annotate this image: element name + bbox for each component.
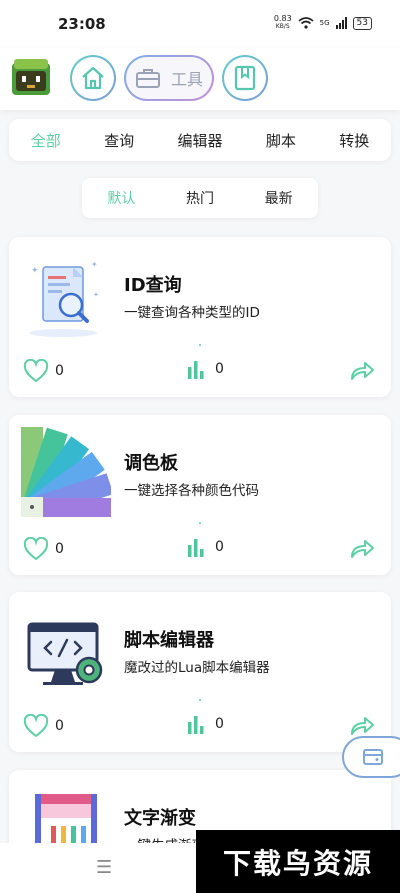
code-editor-icon [27, 622, 103, 685]
tools-label: 工具 [170, 70, 203, 89]
book-icon [234, 65, 256, 91]
card-title: 调色板 [124, 453, 178, 474]
view-count: 0 [215, 716, 224, 732]
tab-script[interactable]: 脚本 [266, 130, 296, 151]
share-icon[interactable] [349, 537, 375, 559]
like-count: 0 [55, 718, 64, 734]
sort-hot[interactable]: 热门 [186, 188, 214, 208]
tab-all[interactable]: 全部 [31, 130, 61, 151]
divider-dot [199, 344, 201, 346]
card-title: ID查询 [124, 275, 182, 296]
view-count: 0 [215, 539, 224, 555]
like-count: 0 [55, 363, 64, 379]
sort-default[interactable]: 默认 [107, 188, 135, 208]
status-time: 23:08 [58, 15, 106, 33]
card-wallet-icon [363, 749, 383, 765]
tool-card[interactable]: ✦ ✦ ✦ ID查询 一键查询各种类型的ID 0 0 [9, 237, 391, 397]
tab-query[interactable]: 查询 [104, 130, 134, 151]
like-button[interactable]: 0 [23, 537, 64, 561]
like-count: 0 [55, 541, 64, 557]
tool-card[interactable]: 调色板 一键选择各种颜色代码 0 0 [9, 415, 391, 575]
wifi-icon [298, 17, 314, 29]
heart-icon [23, 714, 49, 738]
id-search-icon: ✦ ✦ ✦ [29, 260, 99, 337]
toolbox-icon [135, 69, 160, 88]
svg-text:✦: ✦ [31, 266, 39, 276]
home-icon [82, 66, 104, 90]
view-stat: 0 [187, 537, 224, 557]
divider-dot [199, 699, 201, 701]
app-header: 工具 [0, 48, 400, 110]
divider-dot [199, 522, 201, 524]
card-title: 文字渐变 [124, 808, 196, 829]
network-type: 5G [319, 19, 330, 27]
palette-icon [21, 427, 111, 517]
sort-newest[interactable]: 最新 [265, 188, 293, 208]
bar-chart-icon [188, 539, 204, 557]
card-description: 魔改过的Lua脚本编辑器 [124, 660, 270, 676]
heart-icon [23, 359, 49, 383]
tab-convert[interactable]: 转换 [339, 130, 369, 151]
tools-tab[interactable]: 工具 [124, 55, 214, 101]
card-description: 一键选择各种颜色代码 [124, 483, 259, 499]
status-icons: 0.83 KB/S 5G 53 [274, 15, 372, 31]
like-button[interactable]: 0 [23, 359, 64, 383]
bar-chart-icon [188, 716, 204, 734]
tab-editor[interactable]: 编辑器 [177, 130, 222, 151]
share-icon[interactable] [349, 359, 375, 381]
tool-card[interactable]: 脚本编辑器 魔改过的Lua脚本编辑器 0 0 [9, 592, 391, 752]
heart-icon [23, 537, 49, 561]
home-button[interactable] [70, 55, 116, 101]
sort-tabs: 默认 热门 最新 [82, 178, 318, 218]
battery-icon: 53 [352, 16, 372, 30]
network-speed: 0.83 KB/S [273, 14, 292, 31]
floating-button[interactable] [342, 736, 400, 778]
app-logo[interactable] [12, 59, 50, 95]
bar-chart-icon [188, 361, 204, 379]
signal-icon [335, 17, 347, 29]
bookmark-button[interactable] [222, 55, 268, 101]
share-icon[interactable] [349, 714, 375, 736]
view-stat: 0 [187, 714, 224, 734]
menu-icon[interactable]: ☰ [96, 857, 112, 878]
watermark: 下载鸟资源 [196, 830, 400, 893]
svg-text:✦: ✦ [93, 291, 99, 299]
status-bar: 23:08 0.83 KB/S 5G 53 [0, 0, 400, 48]
view-count: 0 [215, 361, 224, 377]
card-title: 脚本编辑器 [124, 630, 214, 651]
svg-text:✦: ✦ [91, 260, 98, 269]
card-description: 一键查询各种类型的ID [124, 305, 260, 321]
category-tabs: 全部 查询 编辑器 脚本 转换 [9, 119, 391, 161]
like-button[interactable]: 0 [23, 714, 64, 738]
view-stat: 0 [187, 359, 224, 379]
